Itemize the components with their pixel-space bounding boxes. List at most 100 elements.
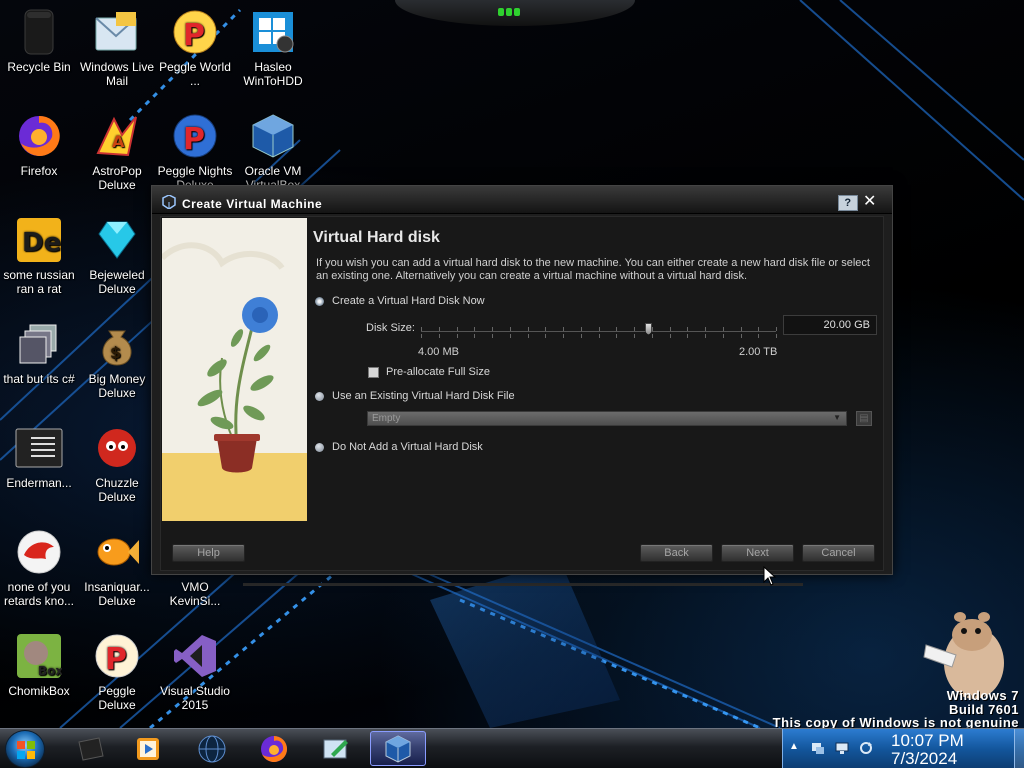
desktop-icon-insaniquarium[interactable]: Insaniquar... Deluxe [78,528,156,608]
cancel-button[interactable]: Cancel [802,544,875,562]
slider-tick [421,334,422,338]
radio-use-existing-disk[interactable]: Use an Existing Virtual Hard Disk File [315,390,515,402]
help-button[interactable]: Help [172,544,245,562]
desktop-icon-chomikbox[interactable]: Box ChomikBox [0,632,78,712]
slider-tick [670,334,671,338]
firefox-icon [15,112,63,160]
slider-tick [457,327,458,331]
disk-size-slider[interactable] [421,323,777,339]
radio-create-new-disk[interactable]: Create a Virtual Hard Disk Now [315,295,485,307]
preallocate-checkbox[interactable] [368,366,379,378]
desktop-icon-recycle-bin[interactable]: Recycle Bin [0,8,78,88]
clock-date[interactable]: 7/3/2024 [891,749,957,768]
slider-tick [616,327,617,331]
desktop-icon-peggle-nights[interactable]: P Peggle Nights Deluxe [156,112,234,192]
chuzzle-icon [93,424,141,472]
desktop-icon-enderman[interactable]: Enderman... [0,424,78,504]
slider-tick [528,327,529,331]
help-icon[interactable]: ? [838,195,858,211]
close-icon[interactable]: ✕ [862,194,878,210]
windows-edition: Windows 7 [946,688,1019,703]
slider-tick [563,334,564,338]
desktop-icon-chuzzle[interactable]: Chuzzle Deluxe [78,424,156,504]
taskbar-firefox-icon[interactable] [246,731,302,766]
slider-tick [439,334,440,338]
slider-tick [776,327,777,331]
start-button[interactable] [5,730,45,768]
gem-icon [93,216,141,264]
slider-tick [758,334,759,338]
radio-label: Use an Existing Virtual Hard Disk File [332,390,515,402]
show-desktop-button[interactable] [1014,729,1024,768]
svg-text:P: P [183,122,205,157]
folder-icon[interactable]: ▤ [856,411,872,426]
slider-tick [652,334,653,338]
slider-min-label: 4.00 MB [418,346,459,358]
slider-tick [758,327,759,331]
taskbar-virtualbox-icon[interactable] [370,731,426,766]
combobox-value: Empty [372,413,401,424]
slider-tick [528,334,529,338]
peggle-icon: P [171,112,219,160]
show-hidden-icons-icon[interactable]: ▲ [789,741,803,755]
window-shadow-bar [243,583,803,586]
desktop-icon-that-but-csharp[interactable]: that but its c# [0,320,78,400]
chevron-down-icon[interactable]: ▼ [833,413,841,422]
slider-tick [741,334,742,338]
desktop-icon-bejeweled[interactable]: Bejeweled Deluxe [78,216,156,296]
desktop-icon-none-of-you[interactable]: none of you retards kno... [0,528,78,608]
slider-tick [741,327,742,331]
chomikbox-icon: Box [15,632,63,680]
taskbar-media-player-icon[interactable] [120,731,176,766]
radio-button-checked[interactable] [315,296,324,306]
taskbar-globe-icon[interactable] [184,731,240,766]
desktop-icon-peggle-world[interactable]: P Peggle World ... [156,8,234,88]
taskbar-app-icon[interactable] [62,731,118,766]
slider-tick [670,327,671,331]
windows-logo-icon [17,741,35,759]
slider-tick [652,327,653,331]
radio-button[interactable] [315,442,324,452]
back-button[interactable]: Back [640,544,713,562]
radio-no-disk[interactable]: Do Not Add a Virtual Hard Disk [315,441,483,453]
desktop-icon-peggle-deluxe[interactable]: P Peggle Deluxe [78,632,156,712]
create-vm-dialog: Create Virtual Machine ? ✕ Virtual Hard … [151,185,893,575]
slider-thumb[interactable] [645,323,652,335]
svg-text:P: P [105,642,127,677]
slider-tick [545,334,546,338]
disk-size-field[interactable]: 20.00 GB [783,315,877,335]
existing-disk-combobox[interactable]: Empty ▼ [367,411,847,426]
network-icon[interactable] [811,741,825,755]
slider-tick [563,327,564,331]
desktop-icon-hasleo[interactable]: Hasleo WinToHDD [234,8,312,88]
slider-tick [581,334,582,338]
dialog-titlebar[interactable]: Create Virtual Machine ? ✕ [152,186,892,214]
slider-tick [545,327,546,331]
desktop-icon-astropop[interactable]: A AstroPop Deluxe [78,112,156,192]
money-bag-icon: $ [93,320,141,368]
desktop-icon-virtualbox[interactable]: Oracle VM VirtualBox [234,112,312,192]
fish-icon [93,528,141,576]
desktop-icon-big-money[interactable]: $ Big Money Deluxe [78,320,156,400]
windows-hdd-icon [249,8,297,56]
monitor-icon[interactable] [835,741,849,755]
desktop-icon-visual-studio[interactable]: Visual Studio 2015 [156,632,234,712]
desktop-icon-russian-rat[interactable]: De some russian ran a rat [0,216,78,296]
preallocate-checkbox-row[interactable]: Pre-allocate Full Size [368,366,490,378]
clock-time[interactable]: 10:07 PM [891,731,964,751]
red-lizard-icon [15,528,63,576]
next-button[interactable]: Next [721,544,794,562]
slider-tick [492,327,493,331]
svg-text:Box: Box [38,664,62,678]
wizard-page: Virtual Hard disk If you wish you can ad… [160,216,884,571]
taskbar-paint-icon[interactable] [308,731,364,766]
radio-button[interactable] [315,391,324,401]
slider-tick [474,334,475,338]
desktop-icon-windows-live-mail[interactable]: Windows Live Mail [78,8,156,88]
visual-studio-icon [171,632,219,680]
desktop-icon-firefox[interactable]: Firefox [0,112,78,192]
genuine-warning: This copy of Windows is not genuine [772,715,1019,728]
page-description: If you wish you can add a virtual hard d… [316,257,870,282]
stack-windows-icon [15,320,63,368]
sync-icon[interactable] [859,741,873,755]
